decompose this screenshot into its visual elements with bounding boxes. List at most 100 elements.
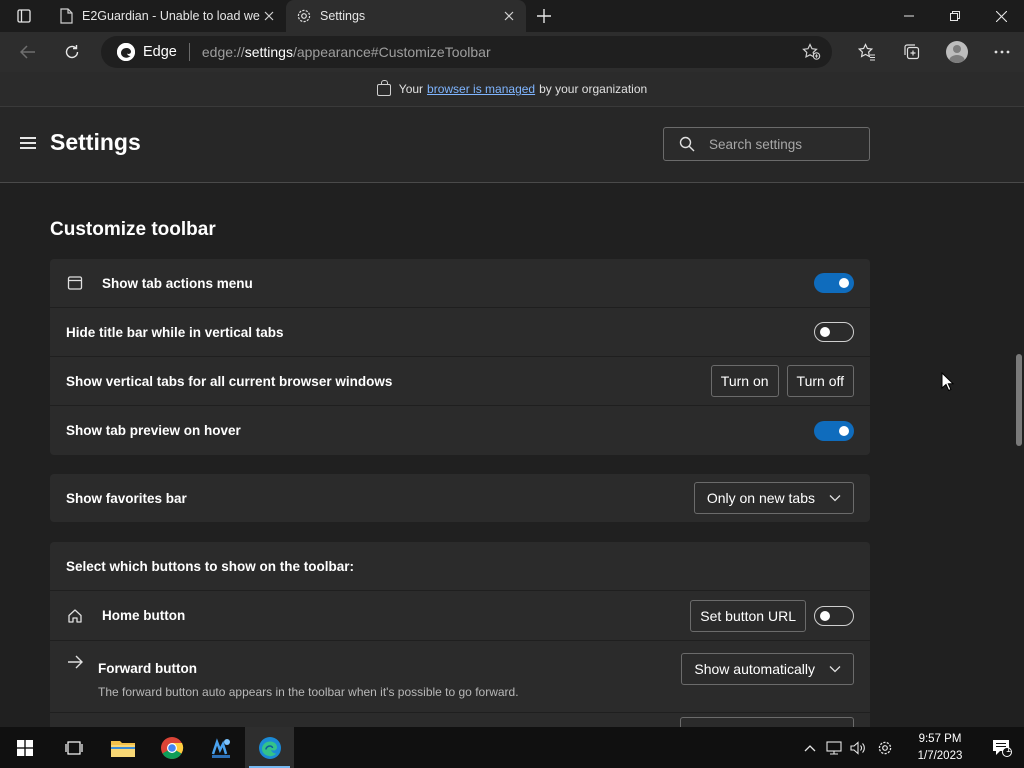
taskbar-clock[interactable]: 9:57 PM 1/7/2023 xyxy=(900,731,980,765)
address-separator xyxy=(188,43,190,61)
window-controls xyxy=(886,0,1024,32)
close-window-button[interactable] xyxy=(978,0,1024,32)
forward-button-dropdown[interactable]: Show automatically xyxy=(681,653,854,685)
url-scheme: edge:// xyxy=(201,44,245,60)
hamburger-line xyxy=(20,147,36,149)
tab-settings[interactable]: Settings xyxy=(286,0,526,32)
search-icon xyxy=(679,136,695,152)
task-view-button[interactable] xyxy=(49,727,98,768)
toggle-home-button[interactable] xyxy=(814,605,854,626)
restore-icon xyxy=(950,11,960,21)
dropdown-value: Show automatically xyxy=(694,661,815,677)
chevron-up-icon xyxy=(804,744,816,751)
refresh-icon xyxy=(65,45,79,59)
windows-logo-icon xyxy=(16,739,33,756)
favorites-button[interactable] xyxy=(844,36,889,68)
search-settings-box[interactable] xyxy=(663,127,870,161)
managed-suffix: by your organization xyxy=(539,82,648,96)
file-explorer-taskbar-button[interactable] xyxy=(98,727,147,768)
page-icon xyxy=(58,8,74,24)
turn-off-button[interactable]: Turn off xyxy=(786,365,854,397)
address-bar[interactable]: Edge edge://settings/appearance#Customiz… xyxy=(101,36,832,68)
profile-button[interactable] xyxy=(934,36,979,68)
edge-logo-icon xyxy=(117,43,135,61)
gear-icon xyxy=(296,8,312,24)
windows-taskbar: 9:57 PM 1/7/2023 1 xyxy=(0,727,1024,768)
toolbar-right xyxy=(844,36,1024,68)
favorites-icon xyxy=(857,43,875,61)
turn-on-button[interactable]: Turn on xyxy=(710,365,779,397)
minimize-button[interactable] xyxy=(886,0,932,32)
add-favorite-button[interactable] xyxy=(802,43,822,61)
url-text[interactable]: edge://settings/appearance#CustomizeTool… xyxy=(202,44,491,60)
row-forward-button: Forward button Show automatically The fo… xyxy=(50,641,870,713)
arrow-left-icon xyxy=(20,45,35,59)
section-title: Customize toolbar xyxy=(50,219,216,240)
app-taskbar-button[interactable] xyxy=(196,727,245,768)
row-hide-title-bar: Hide title bar while in vertical tabs xyxy=(50,308,870,357)
toggle-tab-preview-on-hover[interactable] xyxy=(814,420,854,441)
close-tab-button[interactable] xyxy=(260,7,278,25)
plus-icon xyxy=(537,9,551,23)
row-show-tab-actions-menu: Show tab actions menu xyxy=(50,259,870,308)
row-home-button: Home button Set button URL xyxy=(50,591,870,641)
edge-site-info[interactable]: Edge xyxy=(101,43,177,61)
close-tab-button[interactable] xyxy=(500,7,518,25)
settings-and-more-button[interactable] xyxy=(979,36,1024,68)
home-icon xyxy=(66,607,84,625)
url-host: settings xyxy=(244,44,293,60)
new-tab-button[interactable] xyxy=(526,0,562,32)
hamburger-icon xyxy=(20,137,36,139)
settings-content: Customize toolbar Show tab actions menu … xyxy=(0,184,1024,727)
chevron-down-icon xyxy=(829,666,841,673)
notifications-button[interactable]: 1 xyxy=(980,727,1024,768)
managed-banner: Your browser is managed by your organiza… xyxy=(0,72,1024,107)
restore-button[interactable] xyxy=(932,0,978,32)
show-hidden-icons-button[interactable] xyxy=(798,727,822,768)
tab-title: Settings xyxy=(320,9,366,23)
managed-prefix: Your xyxy=(398,82,424,96)
tab-e2guardian[interactable]: E2Guardian - Unable to load web page xyxy=(48,0,286,32)
settings-tray-button[interactable] xyxy=(870,727,900,768)
back-button[interactable] xyxy=(10,36,46,68)
chrome-icon xyxy=(160,736,183,759)
search-input[interactable] xyxy=(709,136,859,152)
collections-button[interactable] xyxy=(889,36,934,68)
edge-taskbar-button[interactable] xyxy=(245,727,294,768)
screen: E2Guardian - Unable to load web page Set… xyxy=(0,0,1024,768)
start-button[interactable] xyxy=(0,727,49,768)
network-button[interactable] xyxy=(822,727,846,768)
close-icon xyxy=(504,11,514,21)
tab-actions-button[interactable] xyxy=(0,0,48,32)
set-button-url-button[interactable]: Set button URL xyxy=(690,599,806,632)
next-dropdown[interactable] xyxy=(680,717,854,727)
chevron-down-icon xyxy=(829,495,841,502)
close-icon xyxy=(995,10,1007,22)
refresh-button[interactable] xyxy=(54,36,90,68)
tab-actions-icon xyxy=(17,9,31,23)
chrome-taskbar-button[interactable] xyxy=(147,727,196,768)
clock-date: 1/7/2023 xyxy=(917,749,963,762)
app-icon xyxy=(211,737,230,758)
folder-icon xyxy=(110,740,135,757)
network-icon xyxy=(826,740,842,755)
row-tab-preview-on-hover: Show tab preview on hover xyxy=(50,406,870,455)
minimize-icon xyxy=(904,15,914,17)
menu-button[interactable] xyxy=(20,137,36,149)
collections-icon xyxy=(903,44,919,60)
toggle-hide-title-bar[interactable] xyxy=(814,322,854,342)
tab-title: E2Guardian - Unable to load web page xyxy=(82,9,260,23)
toolbar-buttons-card: Select which buttons to show on the tool… xyxy=(50,542,870,727)
volume-button[interactable] xyxy=(846,727,870,768)
dropdown-value: Only on new tabs xyxy=(706,490,815,506)
row-show-favorites-bar: Show favorites bar Only on new tabs xyxy=(50,474,870,522)
row-label: Show tab actions menu xyxy=(102,275,253,291)
gear-icon xyxy=(878,741,892,754)
edge-label: Edge xyxy=(143,44,177,60)
favorites-bar-dropdown[interactable]: Only on new tabs xyxy=(693,482,854,514)
row-vertical-tabs-all-windows: Show vertical tabs for all current brows… xyxy=(50,357,870,406)
row-label: Forward button xyxy=(98,661,197,676)
toggle-show-tab-actions-menu[interactable] xyxy=(814,273,854,293)
managed-link[interactable]: browser is managed xyxy=(427,82,535,96)
page-scrollbar[interactable] xyxy=(1016,354,1022,446)
